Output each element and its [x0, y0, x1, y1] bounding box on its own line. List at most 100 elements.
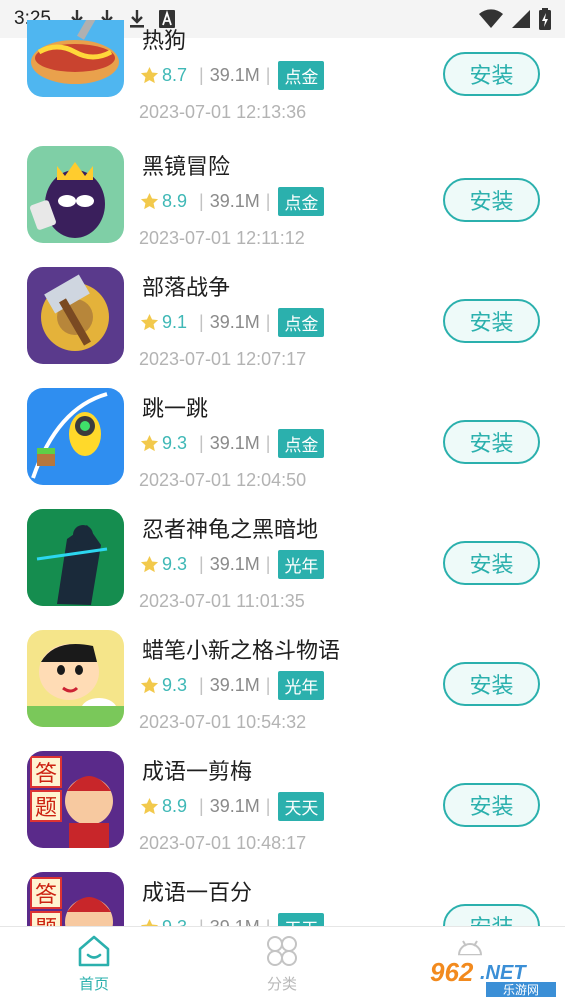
divider: |	[199, 917, 204, 927]
app-name: 蜡笔小新之格斗物语	[142, 639, 341, 664]
file-size: 39.1M	[209, 64, 260, 85]
crayon-shin-game-icon[interactable]	[27, 630, 124, 727]
update-time: 2023-07-01 12:13:36	[139, 102, 307, 122]
app-row[interactable]: 忍者神龟之黑暗地 9.3 | 39.1M | 光年 2023-07-01 11:01:35 安…	[0, 509, 565, 630]
dark-king-game-icon[interactable]	[27, 146, 124, 243]
update-time: 2023-07-01 12:11:12	[139, 228, 305, 248]
app-meta: 9.1 | 39.1M | 点金	[140, 307, 325, 337]
install-button[interactable]: 安装	[443, 52, 540, 96]
star-icon	[140, 797, 159, 814]
update-time: 2023-07-01 12:07:17	[139, 349, 307, 369]
star-icon	[140, 313, 159, 330]
rating-value: 9.3	[162, 553, 188, 574]
update-time: 2023-07-01 10:54:32	[139, 712, 307, 732]
install-button[interactable]: 安装	[443, 178, 540, 222]
divider: |	[199, 553, 204, 574]
app-row[interactable]: 部落战争 9.1 | 39.1M | 点金 2023-07-01 12:07:17 安装	[0, 267, 565, 388]
file-size: 39.1M	[209, 432, 260, 453]
app-name: 成语一剪梅	[142, 760, 253, 785]
file-size: 39.1M	[209, 674, 260, 695]
publisher-tag: 点金	[278, 307, 325, 337]
app-meta: 9.3 | 39.1M | 天天	[140, 912, 325, 927]
install-button[interactable]: 安装	[443, 904, 540, 926]
svg-text:题: 题	[35, 917, 57, 926]
home-icon	[78, 935, 110, 967]
app-row[interactable]: 蜡笔小新之格斗物语 9.3 | 39.1M | 光年 2023-07-01 10:54:32…	[0, 630, 565, 751]
app-meta: 8.7 | 39.1M | 点金	[140, 60, 325, 90]
ninja-game-icon[interactable]	[27, 509, 124, 606]
divider: |	[199, 795, 204, 816]
publisher-tag: 点金	[278, 428, 325, 458]
svg-text:答: 答	[35, 762, 57, 787]
svg-text:.NET: .NET	[480, 962, 527, 984]
divider: |	[265, 674, 271, 695]
divider: |	[199, 432, 204, 453]
rating-value: 8.7	[162, 64, 188, 85]
publisher-tag: 光年	[278, 670, 325, 700]
file-size: 39.1M	[209, 190, 260, 211]
hotdog-game-icon[interactable]	[27, 20, 124, 97]
install-button[interactable]: 安装	[443, 783, 540, 827]
star-icon	[140, 918, 159, 926]
jump-game-icon[interactable]	[27, 388, 124, 485]
install-button[interactable]: 安装	[443, 541, 540, 585]
tribe-war-game-icon[interactable]	[27, 267, 124, 364]
divider: |	[265, 553, 271, 574]
app-meta: 9.3 | 39.1M | 光年	[140, 670, 325, 700]
publisher-tag: 点金	[278, 60, 325, 90]
category-icon	[267, 936, 297, 966]
star-icon	[140, 676, 159, 693]
app-row[interactable]: 答题成语一剪梅 8.9 | 39.1M | 天天 2023-07-01 10:48:17 安装	[0, 751, 565, 872]
publisher-tag: 点金	[278, 186, 325, 216]
update-time: 2023-07-01 11:01:35	[139, 591, 305, 611]
divider: |	[199, 64, 204, 85]
watermark-logo: 962 .NET 乐游网	[426, 955, 560, 999]
app-row[interactable]: 跳一跳 9.3 | 39.1M | 点金 2023-07-01 12:04:50 安装	[0, 388, 565, 509]
app-row[interactable]: 热狗 8.7 | 39.1M | 点金 2023-07-01 12:13:36 安装	[0, 20, 565, 141]
file-size: 39.1M	[209, 795, 260, 816]
app-meta: 9.3 | 39.1M | 光年	[140, 549, 325, 579]
app-meta: 9.3 | 39.1M | 点金	[140, 428, 325, 458]
nav-category-label: 分类	[266, 975, 297, 993]
update-time: 2023-07-01 10:48:17	[139, 833, 307, 853]
rating-value: 9.3	[162, 674, 188, 695]
divider: |	[265, 432, 271, 453]
svg-text:乐游网: 乐游网	[503, 983, 539, 997]
app-list[interactable]: 热狗 8.7 | 39.1M | 点金 2023-07-01 12:13:36 安装 黑镜冒险 8…	[0, 20, 565, 926]
rating-value: 9.3	[162, 917, 187, 927]
app-meta: 8.9 | 39.1M | 点金	[140, 186, 325, 216]
divider: |	[265, 64, 271, 85]
star-icon	[140, 66, 159, 83]
rating-value: 9.1	[162, 311, 188, 332]
star-icon	[140, 434, 159, 451]
app-name: 成语一百分	[142, 881, 253, 906]
app-name: 部落战争	[142, 276, 231, 301]
rating-value: 9.3	[162, 432, 188, 453]
divider: |	[199, 311, 204, 332]
app-row[interactable]: 黑镜冒险 8.9 | 39.1M | 点金 2023-07-01 12:11:12 安装	[0, 146, 565, 267]
divider: |	[265, 795, 271, 816]
publisher-tag: 天天	[278, 791, 325, 821]
nav-home[interactable]: 首页	[34, 927, 154, 1004]
idiom-quiz-game-icon[interactable]: 答题	[27, 872, 124, 926]
star-icon	[140, 555, 159, 572]
rating-value: 8.9	[162, 190, 188, 211]
app-name: 跳一跳	[142, 397, 209, 422]
install-button[interactable]: 安装	[443, 662, 540, 706]
install-button[interactable]: 安装	[443, 420, 540, 464]
divider: |	[199, 674, 204, 695]
svg-text:题: 题	[35, 796, 57, 821]
app-row[interactable]: 答题成语一百分9.3|39.1M|天天安装	[0, 872, 565, 926]
install-button[interactable]: 安装	[443, 299, 540, 343]
divider: |	[199, 190, 204, 211]
nav-category[interactable]: 分类	[222, 927, 342, 1004]
file-size: 39.1M	[210, 917, 260, 927]
divider: |	[265, 190, 271, 211]
publisher-tag: 天天	[278, 912, 325, 926]
svg-text:答: 答	[35, 883, 57, 908]
app-meta: 8.9 | 39.1M | 天天	[140, 791, 325, 821]
idiom-quiz-game-icon[interactable]: 答题	[27, 751, 124, 848]
file-size: 39.1M	[209, 553, 260, 574]
divider: |	[265, 311, 271, 332]
rating-value: 8.9	[162, 795, 188, 816]
